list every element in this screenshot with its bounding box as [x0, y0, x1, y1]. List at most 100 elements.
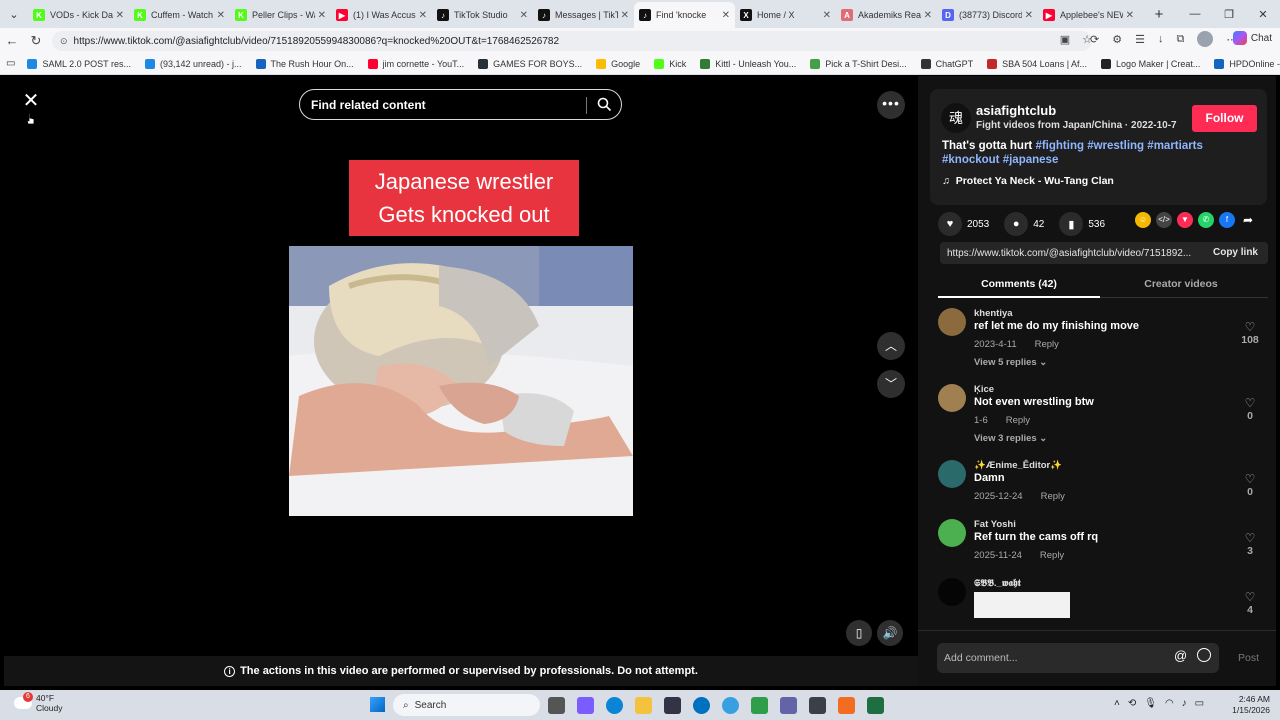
bookmark-item[interactable]: ChatGPT — [920, 58, 973, 69]
volume-icon[interactable]: 🔊 — [877, 620, 903, 646]
teams-icon[interactable] — [780, 697, 797, 714]
hashtag-link[interactable]: #fighting — [1035, 140, 1084, 152]
site-info-icon[interactable]: ⊙ — [60, 36, 68, 47]
emoji-icon[interactable] — [1197, 648, 1211, 662]
new-tab-button[interactable]: + — [1147, 6, 1171, 23]
bookmark-item[interactable]: HPDOnline - Home — [1214, 58, 1280, 69]
browser-tab[interactable]: A Akademiks React✕ — [836, 2, 937, 28]
bookmark-item[interactable]: Kittl - Unleash You... — [700, 58, 796, 69]
bookmark-item[interactable]: The Rush Hour On... — [255, 58, 354, 69]
view-replies-button[interactable]: View 3 replies ⌄ — [974, 433, 1047, 444]
file-explorer-icon[interactable] — [635, 697, 652, 714]
comment-heart-icon[interactable]: ♡ — [1240, 320, 1260, 334]
orange-app-icon[interactable] — [838, 697, 855, 714]
hashtag-link[interactable]: #martiarts — [1147, 140, 1203, 152]
wifi-icon[interactable]: ◠ — [1165, 698, 1174, 709]
close-window-icon[interactable]: ✕ — [1246, 8, 1280, 21]
reply-button[interactable]: Reply — [1035, 339, 1059, 350]
weather-widget[interactable]: 6 40°F Cloudy — [14, 692, 62, 713]
browser-tab[interactable]: ♪ Find 'knocke ✕ — [634, 2, 735, 28]
tab-comments[interactable]: Comments (42) — [938, 278, 1100, 298]
profile-avatar[interactable] — [1197, 31, 1214, 47]
comment-button[interactable]: ● 42 — [1004, 212, 1044, 236]
browser-tab[interactable]: ▶ Applebee's NEW 2✕ — [1038, 2, 1139, 28]
related-search-input[interactable]: Find related content — [299, 89, 622, 120]
tab-creator-videos[interactable]: Creator videos — [1100, 278, 1262, 290]
tab-close-icon[interactable]: ✕ — [823, 10, 831, 21]
bookmark-item[interactable]: Google — [596, 58, 640, 69]
bookmark-item[interactable]: (93,142 unread) - j... — [145, 58, 242, 69]
browser-tab[interactable]: ♪ Messages | TikTok✕ — [533, 2, 634, 28]
tab-close-icon[interactable]: ✕ — [217, 10, 225, 21]
bookmark-item[interactable]: Pick a T-Shirt Desi... — [810, 58, 907, 69]
commenter-avatar[interactable] — [938, 384, 966, 412]
bookmark-item[interactable]: Logo Maker | Creat... — [1101, 58, 1200, 69]
search-icon[interactable] — [597, 97, 612, 112]
browser-tab[interactable]: X Home / X ✕ — [735, 2, 836, 28]
puzzle-icon[interactable]: ⚙ — [1112, 33, 1122, 46]
browser-tab[interactable]: K Cuffem - Watch th✕ — [129, 2, 230, 28]
send-to-friends-icon[interactable]: ▼ — [1177, 212, 1193, 228]
copilot-chat-button[interactable]: Chat — [1232, 31, 1272, 45]
split-screen-icon[interactable]: ▣ — [1060, 33, 1070, 46]
floating-player-icon[interactable]: ▯ — [846, 620, 872, 646]
whatsapp-icon[interactable]: ✆ — [1198, 212, 1214, 228]
comment-heart-icon[interactable]: ♡ — [1240, 531, 1260, 545]
browser-tab[interactable]: ♪ TikTok Studio ✕ — [432, 2, 533, 28]
previous-video-icon[interactable]: ︿ — [877, 332, 905, 360]
bookmark-item[interactable]: GAMES FOR BOYS... — [478, 58, 582, 69]
mention-icon[interactable]: @ — [1174, 648, 1187, 663]
comment-heart-icon[interactable]: ♡ — [1240, 590, 1260, 604]
tab-close-icon[interactable]: ✕ — [1025, 10, 1033, 21]
copilot-app-icon[interactable] — [577, 697, 594, 714]
browser-tab[interactable]: K Peller Clips - Watc✕ — [230, 2, 331, 28]
sync-icon[interactable]: ⟲ — [1128, 698, 1136, 709]
taskbar-search[interactable]: ⌕ Search — [393, 694, 540, 716]
commenter-name[interactable]: Fat Yoshi — [974, 519, 1016, 530]
music-link[interactable]: ♫ Protect Ya Neck - Wu-Tang Clan — [942, 175, 1114, 187]
clock[interactable]: 2:46 AM 1/15/2026 — [1226, 694, 1270, 716]
tab-close-icon[interactable]: ✕ — [924, 10, 932, 21]
browser-tab[interactable]: D (38773) Discord | ✕ — [937, 2, 1038, 28]
favorites-icon[interactable]: ☰ — [1135, 33, 1145, 46]
repost-icon[interactable]: ☺ — [1135, 212, 1151, 228]
tab-list-chevron-icon[interactable]: ⌄ — [0, 0, 28, 28]
commenter-name[interactable]: Ķice — [974, 384, 994, 395]
url-field[interactable]: ⊙ https://www.tiktok.com/@asiafightclub/… — [52, 31, 1092, 51]
copy-link-button[interactable]: Copy link — [1213, 247, 1258, 258]
refresh-icon[interactable]: ↻ — [24, 33, 48, 49]
commenter-avatar[interactable] — [938, 519, 966, 547]
commenter-avatar[interactable] — [938, 460, 966, 488]
tab-close-icon[interactable]: ✕ — [318, 10, 326, 21]
minimize-icon[interactable]: — — [1178, 8, 1212, 20]
support-assistant-icon[interactable] — [722, 697, 739, 714]
save-button[interactable]: ▮ 536 — [1059, 212, 1105, 236]
battery-icon[interactable]: ▭ — [1195, 698, 1204, 709]
bookmark-item[interactable]: jim cornette - YouT... — [367, 58, 464, 69]
facebook-icon[interactable]: f — [1219, 212, 1235, 228]
bookmark-item[interactable]: Kick — [654, 58, 686, 69]
browser-tab[interactable]: ▶ (1) I Was Accused✕ — [331, 2, 432, 28]
comment-heart-icon[interactable]: ♡ — [1240, 472, 1260, 486]
bookmark-item[interactable]: SAML 2.0 POST res... — [27, 58, 131, 69]
author-avatar[interactable]: 魂 — [941, 103, 971, 133]
hashtag-link[interactable]: #knockout — [942, 154, 1000, 166]
author-name[interactable]: asiafightclub — [976, 103, 1056, 118]
embed-icon[interactable]: </> — [1156, 212, 1172, 228]
close-icon[interactable]: ✕ — [20, 90, 42, 112]
tray-chevron-icon[interactable]: ˄ — [1114, 698, 1120, 709]
monitor-app-icon[interactable] — [809, 697, 826, 714]
commenter-avatar[interactable] — [938, 578, 966, 606]
share-arrow-icon[interactable]: ➦ — [1240, 212, 1256, 228]
like-button[interactable]: ♥ 2053 — [938, 212, 989, 236]
next-video-icon[interactable]: ﹀ — [877, 370, 905, 398]
commenter-name[interactable]: ✨Ænime_Êditor✨ — [974, 460, 1062, 471]
task-view-icon[interactable] — [548, 697, 565, 714]
tab-close-icon[interactable]: ✕ — [419, 10, 427, 21]
comment-heart-icon[interactable]: ♡ — [1240, 396, 1260, 410]
tab-close-icon[interactable]: ✕ — [116, 10, 124, 21]
more-options-icon[interactable]: ••• — [877, 91, 905, 119]
follow-button[interactable]: Follow — [1192, 105, 1257, 132]
post-button[interactable]: Post — [1238, 652, 1259, 664]
comment-image[interactable] — [974, 592, 1070, 618]
